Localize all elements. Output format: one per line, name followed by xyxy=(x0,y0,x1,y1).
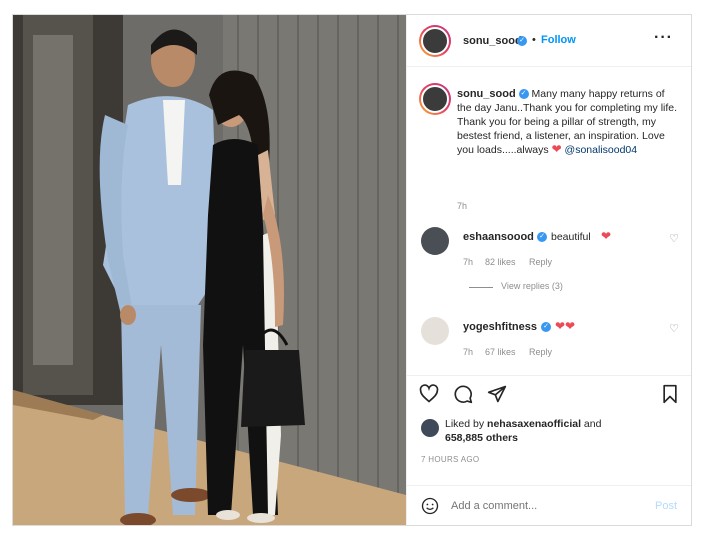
liked-by-others[interactable]: 658,885 others xyxy=(445,432,518,444)
comment-like-icon[interactable]: ♡ xyxy=(669,322,679,335)
action-bar xyxy=(407,375,691,411)
heart-emoji-icon: ❤ xyxy=(601,229,612,243)
heart-outline-icon[interactable] xyxy=(419,384,439,404)
post-comment-button[interactable]: Post xyxy=(655,500,677,512)
liked-by-user[interactable]: nehasaxenaofficial xyxy=(487,418,581,430)
reply-button[interactable]: Reply xyxy=(529,257,552,267)
replies-divider xyxy=(469,287,493,288)
comment-icon[interactable] xyxy=(453,384,473,404)
comment-text: beautiful xyxy=(551,231,591,243)
smiley-icon[interactable] xyxy=(421,497,439,515)
verified-badge-icon: ✓ xyxy=(518,89,529,100)
caption-time: 7h xyxy=(457,201,468,211)
caption-mention-link[interactable]: @sonalisood04 xyxy=(565,144,638,156)
reply-button[interactable]: Reply xyxy=(529,347,552,357)
comment-likes[interactable]: 67 likes xyxy=(485,347,516,357)
post-timestamp: 7 HOURS AGO xyxy=(421,455,480,464)
verified-badge-icon: ✓ xyxy=(537,232,547,242)
commenter-avatar[interactable] xyxy=(421,227,449,255)
paper-plane-icon[interactable] xyxy=(487,384,507,404)
caption-avatar[interactable] xyxy=(419,83,451,115)
add-comment-input[interactable] xyxy=(451,496,631,516)
comment-likes[interactable]: 82 likes xyxy=(485,257,516,267)
post-header: sonu_sood ✓ • Follow ··· xyxy=(407,15,691,67)
couple-photo-illustration xyxy=(13,15,406,525)
heart-emoji-icon: ❤❤ xyxy=(555,319,576,333)
bookmark-icon[interactable] xyxy=(661,384,679,404)
comment-time: 7h xyxy=(463,347,474,357)
liked-by-text: Liked by nehasaxenaofficial and 658,885 … xyxy=(445,417,675,445)
avatar[interactable] xyxy=(419,25,451,57)
caption-username[interactable]: sonu_sood xyxy=(457,88,516,100)
more-horizontal-icon[interactable]: ··· xyxy=(654,29,673,47)
post-photo[interactable] xyxy=(13,15,406,525)
commenter-avatar[interactable] xyxy=(421,317,449,345)
liked-by-joiner: and xyxy=(583,418,602,430)
comment-time: 7h xyxy=(463,257,474,267)
verified-badge-icon: ✓ xyxy=(541,322,551,332)
add-comment-bar: Post xyxy=(407,485,691,525)
instagram-post: sonu_sood ✓ • Follow ··· sonu_sood ✓ Man… xyxy=(12,14,692,526)
liker-avatar[interactable] xyxy=(421,419,439,437)
comment-like-icon[interactable]: ♡ xyxy=(669,232,679,245)
comment-username[interactable]: yogeshfitness xyxy=(463,321,537,333)
caption-text-container: sonu_sood ✓ Many many happy returns of t… xyxy=(457,87,679,157)
liked-by-prefix: Liked by xyxy=(445,418,485,430)
verified-badge-icon: ✓ xyxy=(517,36,527,46)
dot-separator: • xyxy=(532,34,536,46)
view-replies-button[interactable]: View replies (3) xyxy=(501,281,563,291)
heart-emoji-icon: ❤ xyxy=(551,142,562,156)
likes-summary: Liked by nehasaxenaofficial and 658,885 … xyxy=(407,413,691,445)
follow-button[interactable]: Follow xyxy=(541,34,576,46)
post-side-panel: sonu_sood ✓ • Follow ··· sonu_sood ✓ Man… xyxy=(406,15,691,525)
comment-username[interactable]: eshaansoood xyxy=(463,231,534,243)
header-username[interactable]: sonu_sood xyxy=(463,35,522,47)
